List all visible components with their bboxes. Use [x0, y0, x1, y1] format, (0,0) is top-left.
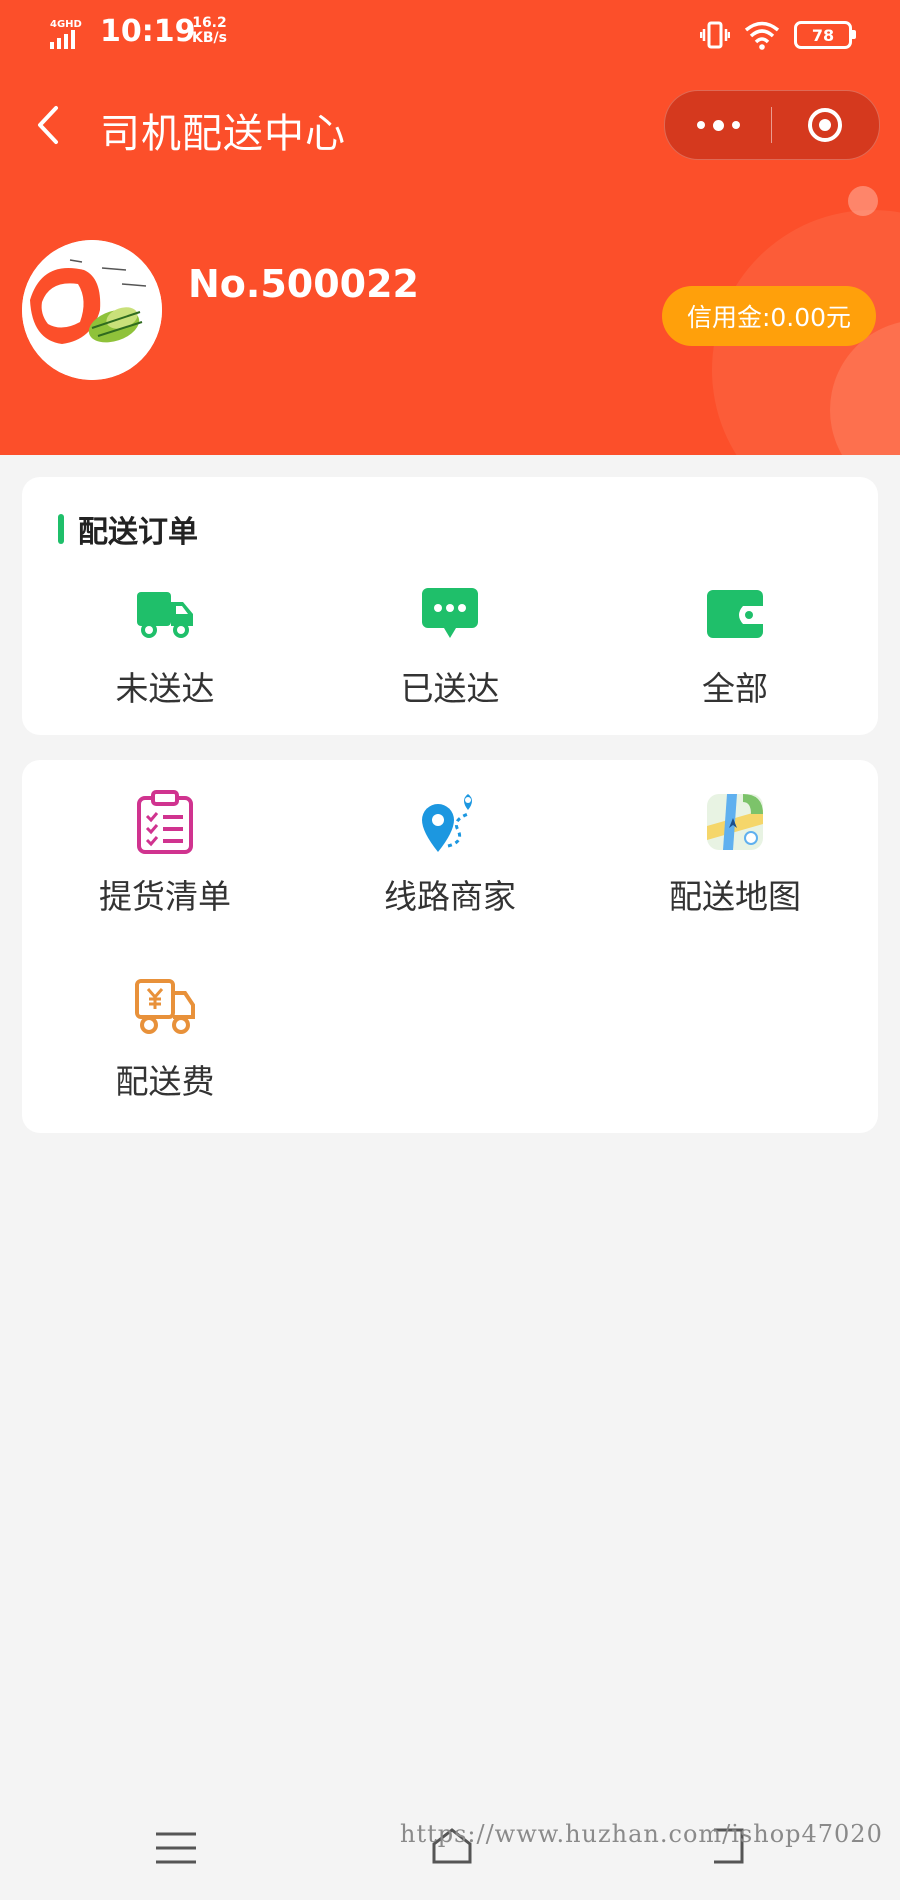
order-item-all[interactable]: 全部 — [635, 582, 835, 710]
menu-icon[interactable] — [154, 1830, 198, 1866]
delivery-orders-card: 配送订单 未送达 已送达 全部 — [22, 477, 878, 735]
page-title: 司机配送中心 — [100, 111, 346, 157]
order-item-delivered[interactable]: 已送达 — [350, 582, 550, 710]
network-label: 4GHD — [50, 19, 82, 30]
tool-item-delivery-map[interactable]: 配送地图 — [635, 790, 835, 918]
wallet-icon — [707, 590, 763, 638]
tool-item-label: 线路商家 — [384, 877, 516, 916]
tool-item-label: 提货清单 — [99, 877, 231, 916]
status-time: 10:19 — [100, 14, 196, 49]
map-icon — [707, 794, 763, 850]
chat-bubble-icon — [422, 588, 478, 638]
status-icons: 78 — [700, 18, 856, 52]
header: 4GHD 10:19 16.2 KB/s 78 司机配送中心 No.500022… — [0, 0, 900, 455]
route-pin-icon — [422, 794, 472, 852]
dot — [731, 121, 740, 129]
status-bar: 4GHD 10:19 16.2 KB/s 78 — [0, 0, 900, 70]
avatar[interactable] — [22, 240, 162, 380]
back-arrow-icon[interactable] — [30, 100, 70, 150]
tool-item-route-merchants[interactable]: 线路商家 — [350, 790, 550, 918]
tools-card: 提货清单 线路商家 配送地图 配送费 — [22, 760, 878, 1133]
dot — [712, 119, 724, 131]
decor-circle — [848, 186, 878, 216]
order-item-label: 未送达 — [115, 669, 215, 708]
truck-icon — [137, 592, 193, 638]
tool-item-label: 配送费 — [115, 1062, 215, 1101]
speed-value: 16.2 — [192, 15, 227, 31]
yuan-truck-icon — [135, 979, 195, 1034]
section-title: 配送订单 — [58, 507, 198, 551]
dot — [696, 121, 705, 129]
driver-number: No.500022 — [188, 262, 419, 306]
order-item-label: 已送达 — [400, 669, 500, 708]
section-title-text: 配送订单 — [78, 515, 198, 550]
network-speed: 16.2 KB/s — [192, 16, 227, 46]
battery-indicator: 78 — [794, 21, 856, 49]
avatar-image — [22, 240, 162, 380]
battery-level: 78 — [811, 25, 835, 45]
vibrate-icon — [700, 21, 730, 49]
title-accent-bar — [58, 514, 64, 544]
tool-item-pickup-list[interactable]: 提货清单 — [65, 790, 265, 918]
capsule-divider — [771, 107, 772, 143]
tool-item-delivery-fee[interactable]: 配送费 — [65, 975, 265, 1103]
tool-item-label: 配送地图 — [669, 877, 801, 916]
signal-icon: 4GHD — [50, 19, 82, 49]
order-item-label: 全部 — [702, 669, 768, 708]
credit-badge[interactable]: 信用金:0.00元 — [662, 286, 876, 346]
speed-unit: KB/s — [192, 30, 227, 46]
close-target-icon[interactable] — [807, 107, 843, 143]
order-item-undelivered[interactable]: 未送达 — [65, 582, 265, 710]
wifi-icon — [744, 21, 780, 50]
clipboard-list-icon — [137, 790, 193, 854]
more-button[interactable] — [665, 91, 771, 159]
watermark: https://www.huzhan.com/ishop47020 — [400, 1820, 883, 1848]
miniprogram-capsule — [664, 90, 880, 160]
